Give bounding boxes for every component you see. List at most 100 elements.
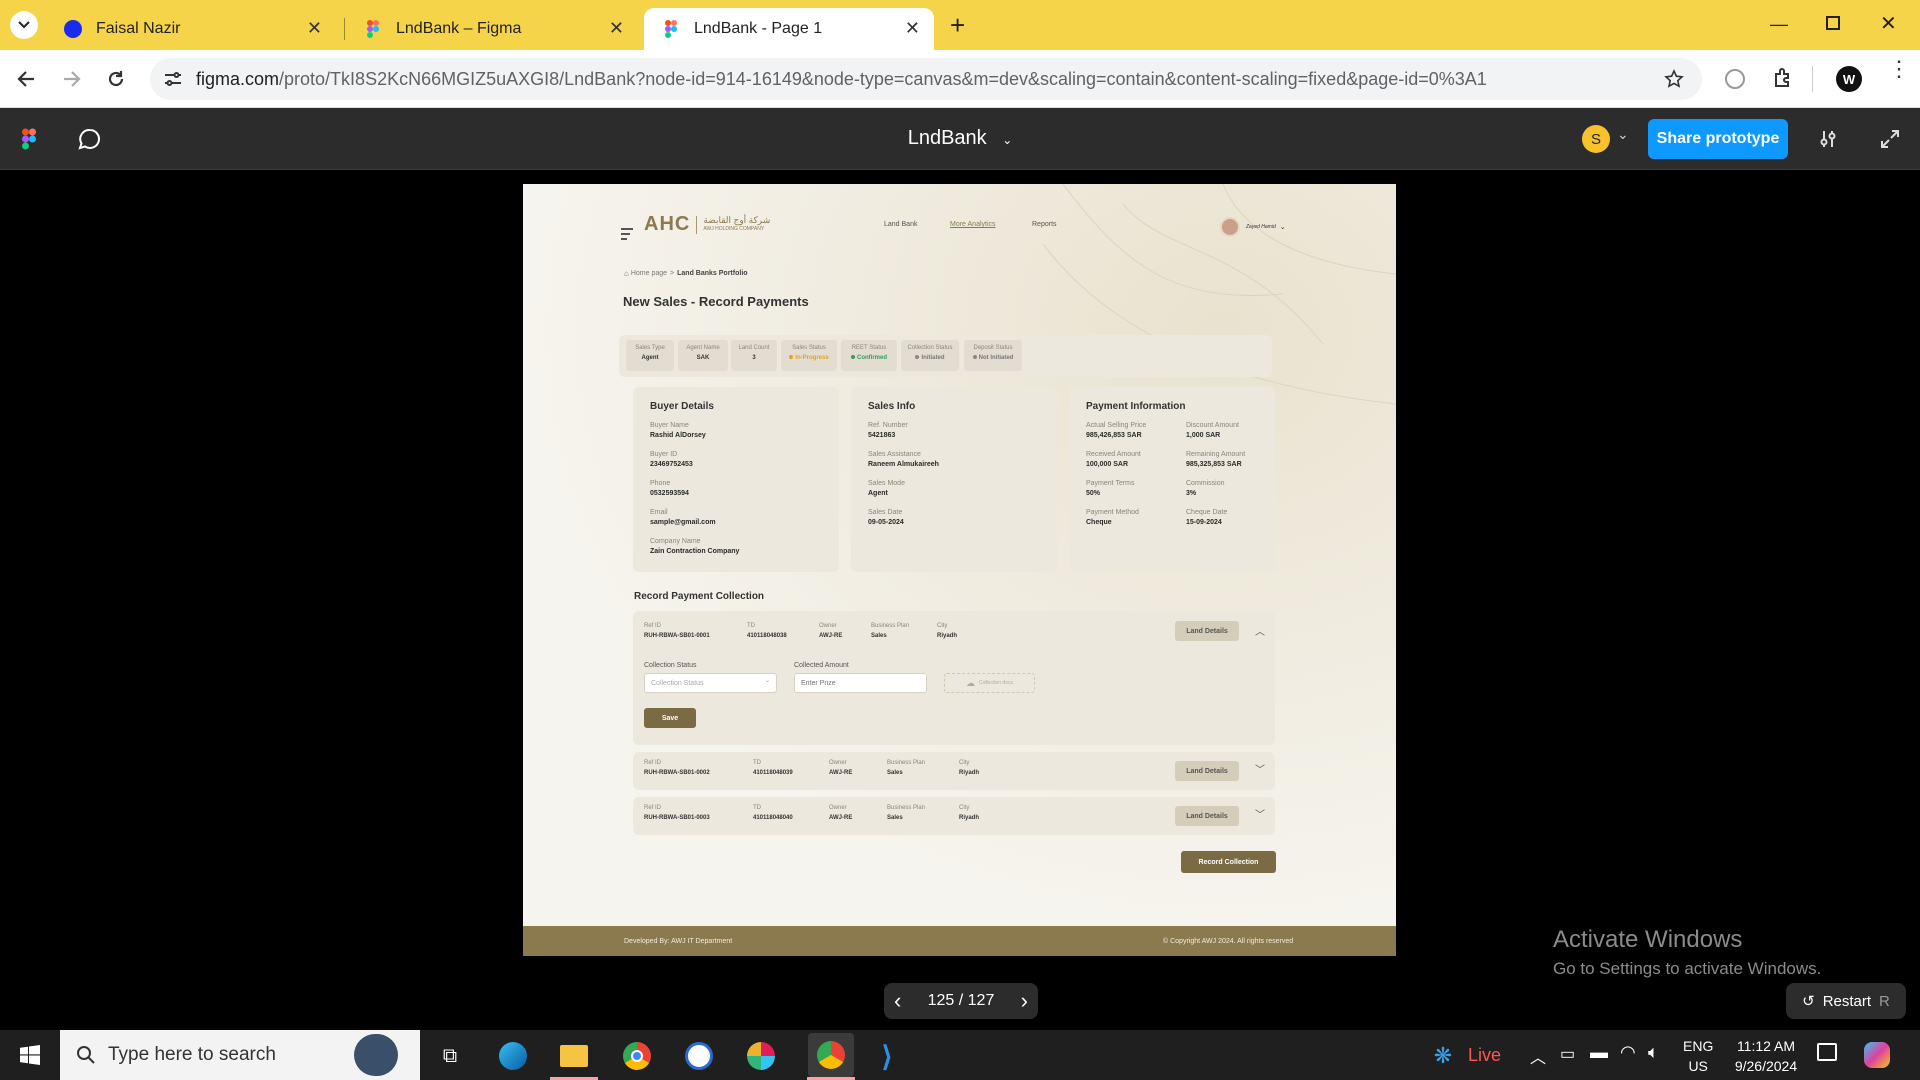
restore-window-icon[interactable]	[1826, 16, 1840, 30]
tab-list-dropdown-button[interactable]	[10, 11, 38, 39]
live-label[interactable]: Live	[1468, 1045, 1501, 1066]
profile-avatar[interactable]: W	[1836, 66, 1862, 92]
nav-item-more-analytics[interactable]: More Analytics	[950, 221, 996, 228]
url-field[interactable]: figma.com/proto/TkI8S2KcN66MGIZ5uAXGI8/L…	[150, 58, 1702, 100]
windows-start-icon[interactable]	[20, 1045, 40, 1065]
chevron-down-icon[interactable]: ⌄	[1617, 126, 1629, 143]
new-tab-button[interactable]: +	[950, 10, 965, 41]
chevron-down-icon[interactable]: ﹀	[1255, 806, 1265, 821]
chevron-down-icon[interactable]: ﹀	[1255, 761, 1265, 776]
field-value: 3%	[1186, 490, 1197, 497]
close-icon[interactable]: ✕	[905, 18, 920, 39]
collection-status-select[interactable]: Collection Status ⌄	[644, 673, 777, 693]
info-field: Company Name Zain Contraction Company	[650, 538, 750, 555]
blue-circle-icon	[64, 20, 82, 38]
minimize-window-icon[interactable]: —	[1770, 14, 1788, 35]
home-icon[interactable]: ⌂	[624, 269, 629, 278]
app-logo[interactable]: AHC شركة أوج القابضة AWJ HOLDING COMPANY	[644, 213, 770, 236]
edge-browser-icon[interactable]	[497, 1040, 529, 1072]
wifi-icon[interactable]: ◠	[1620, 1042, 1636, 1063]
slack-icon[interactable]	[745, 1040, 777, 1072]
field-value: 985,426,853 SAR	[1086, 432, 1142, 439]
field-value: Agent	[868, 490, 888, 497]
user-avatar[interactable]: S	[1582, 125, 1610, 153]
site-settings-icon[interactable]	[164, 71, 182, 87]
app-store-icon[interactable]	[683, 1040, 715, 1072]
settings-sliders-icon[interactable]	[1818, 129, 1838, 149]
close-icon[interactable]: ✕	[609, 18, 624, 39]
info-field: Actual Selling Price 985,426,853 SAR	[1086, 422, 1186, 439]
chrome-icon[interactable]	[621, 1040, 653, 1072]
copilot-icon[interactable]	[1864, 1042, 1890, 1068]
nav-item-reports[interactable]: Reports	[1032, 221, 1057, 228]
page-counter: 125 / 127	[927, 992, 995, 1009]
battery-icon[interactable]: ▬	[1590, 1042, 1608, 1063]
field-label: Buyer ID	[650, 451, 678, 458]
file-explorer-icon[interactable]	[558, 1040, 590, 1072]
user-menu[interactable]: Zayed Hamid ⌄	[1220, 217, 1286, 237]
vscode-icon[interactable]: ⟩	[871, 1040, 903, 1072]
cell-label: City	[937, 623, 948, 629]
land-details-button[interactable]: Land Details	[1175, 621, 1239, 641]
chevron-down-icon[interactable]: ⌄	[1002, 133, 1012, 147]
chrome-profile-icon[interactable]	[808, 1033, 854, 1077]
cell-value: 410118048040	[753, 815, 793, 821]
bookmark-star-icon[interactable]	[1664, 69, 1684, 89]
land-details-button[interactable]: Land Details	[1175, 806, 1239, 826]
status-value: Not Initiated	[964, 355, 1022, 361]
cell-value: Riyadh	[937, 633, 958, 639]
chevron-up-icon[interactable]: ︿	[1530, 1044, 1546, 1068]
next-frame-icon[interactable]: ›	[1021, 988, 1028, 1014]
field-label: Commission	[1186, 480, 1225, 487]
fullscreen-expand-icon[interactable]	[1880, 129, 1900, 149]
row-cell: Business Plan Sales	[871, 623, 909, 639]
field-value: Rashid AlDorsey	[650, 432, 706, 439]
language-indicator[interactable]: ENG US	[1683, 1036, 1713, 1076]
notifications-icon[interactable]	[1817, 1043, 1837, 1061]
upload-collection-docs[interactable]: ☁ Collection docs	[944, 673, 1035, 693]
share-prototype-button[interactable]: Share prototype	[1648, 119, 1788, 159]
volume-icon[interactable]: 🔈︎	[1648, 1042, 1659, 1063]
close-icon[interactable]: ✕	[307, 18, 322, 39]
task-view-icon[interactable]: ⧉	[434, 1040, 466, 1072]
reload-icon[interactable]	[106, 69, 126, 89]
cell-label: Business Plan	[871, 623, 910, 629]
status-label: Agent Name	[686, 345, 720, 351]
app-footer: Developed By: AWJ IT Department © Copyri…	[523, 926, 1396, 956]
back-arrow-icon[interactable]	[16, 69, 36, 89]
tab-lndbank-page-1[interactable]: LndBank - Page 1 ✕	[644, 8, 934, 50]
tab-lndbank-figma[interactable]: LndBank – Figma ✕	[346, 8, 638, 50]
row-cell: Owner AWJ-RE	[819, 623, 842, 639]
breadcrumb-home[interactable]: Home page	[631, 270, 667, 277]
previous-frame-icon[interactable]: ‹	[894, 988, 901, 1014]
close-window-icon[interactable]: ✕	[1880, 11, 1897, 36]
file-title[interactable]: LndBank	[908, 127, 987, 149]
tab-faisal-nazir[interactable]: Faisal Nazir ✕	[46, 8, 336, 50]
prototype-frame: AHC شركة أوج القابضة AWJ HOLDING COMPANY…	[523, 184, 1396, 956]
record-collection-button[interactable]: Record Collection	[1181, 851, 1276, 873]
extension-compass-icon[interactable]	[1725, 69, 1745, 89]
upload-cloud-icon: ☁	[966, 677, 976, 688]
taskbar-search-box[interactable]: Type here to search	[60, 1030, 420, 1080]
weather-live-icon[interactable]: ❋	[1428, 1040, 1458, 1072]
chevron-up-icon[interactable]: ︿	[1255, 623, 1265, 638]
clock[interactable]: 11:12 AM 9/26/2024	[1726, 1036, 1806, 1076]
field-label: Actual Selling Price	[1086, 422, 1147, 429]
restart-button[interactable]: ↺ Restart R	[1786, 983, 1906, 1019]
row-cell: City Riyadh	[937, 623, 957, 639]
browser-menu-icon[interactable]: ⋮	[1888, 58, 1910, 80]
status-label: Sales Type	[635, 345, 665, 351]
figma-icon	[665, 20, 677, 38]
collected-amount-input[interactable]	[794, 673, 927, 693]
cell-label: Business Plan	[887, 760, 926, 766]
save-button[interactable]: Save	[644, 708, 696, 728]
forward-arrow-icon[interactable]	[62, 69, 82, 89]
nav-item-land-bank[interactable]: Land Bank	[884, 221, 917, 228]
land-details-button[interactable]: Land Details	[1175, 761, 1239, 781]
hamburger-menu-icon[interactable]	[621, 228, 633, 240]
cell-value: AWJ-RE	[819, 633, 843, 639]
footer-developer: Developed By: AWJ IT Department	[624, 938, 733, 945]
camera-icon[interactable]: ▭	[1560, 1044, 1575, 1064]
extensions-puzzle-icon[interactable]	[1772, 67, 1794, 89]
info-field: Sales Mode Agent	[868, 480, 968, 497]
